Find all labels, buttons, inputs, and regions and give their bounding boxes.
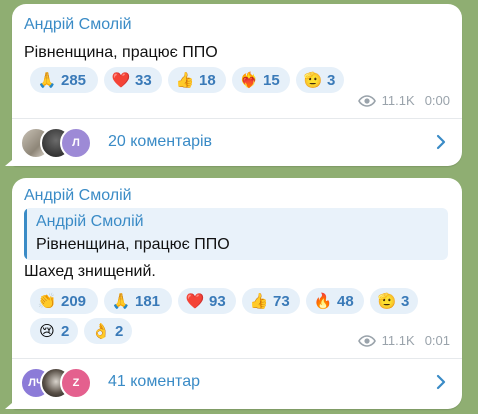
message-author[interactable]: Андрій Смолій	[24, 187, 132, 205]
message-time: 0:00	[424, 93, 450, 108]
chevron-right-icon	[436, 374, 446, 395]
reaction-thumbs-up[interactable]: 👍 73	[242, 288, 300, 314]
message-bubble-2[interactable]: Андрій Смолій Андрій Смолій Рівненщина, …	[5, 178, 462, 409]
commenter-avatars: ЛЧ Z	[20, 367, 92, 399]
reaction-count: 73	[273, 292, 290, 310]
reaction-count: 48	[337, 292, 354, 310]
view-count: 11.1K	[381, 93, 415, 108]
reaction-count: 285	[61, 71, 87, 89]
commenter-avatars: Л	[20, 127, 92, 159]
message-text: Рівненщина, працює ППО	[24, 44, 218, 61]
reaction-emoji: 👍	[175, 71, 195, 89]
reaction-fire[interactable]: 🔥 48	[306, 288, 364, 314]
comments-count: 20 коментарів	[108, 133, 213, 150]
reaction-emoji: 👌	[91, 322, 111, 340]
reaction-count: 209	[61, 292, 87, 310]
eye-icon	[357, 334, 376, 347]
reaction-emoji: 😢	[39, 322, 55, 340]
reaction-count: 33	[135, 71, 152, 89]
reaction-emoji: ❤️	[111, 71, 131, 89]
comments-button[interactable]: ЛЧ Z 41 коментар	[12, 359, 462, 405]
view-count: 11.1K	[381, 333, 415, 348]
comments-button[interactable]: Л 20 коментарів	[12, 119, 462, 165]
reaction-salute[interactable]: 🫡 3	[296, 67, 344, 93]
reaction-emoji: 🙏	[37, 71, 57, 89]
reaction-emoji: 🫡	[303, 71, 323, 89]
reaction-heart[interactable]: ❤️ 93	[178, 288, 236, 314]
message-meta: 11.1K 0:00	[357, 93, 450, 108]
reaction-heart[interactable]: ❤️ 33	[104, 67, 162, 93]
reaction-ok-hand[interactable]: 👌 2	[84, 318, 132, 344]
reaction-count: 181	[135, 292, 161, 310]
reaction-salute[interactable]: 🫡 3	[370, 288, 418, 314]
reaction-pray[interactable]: 🙏 181	[104, 288, 172, 314]
reaction-count: 15	[263, 71, 280, 89]
reaction-count: 3	[401, 292, 410, 310]
avatar: Z	[60, 367, 92, 399]
reaction-emoji: ❤️	[185, 292, 205, 310]
reaction-cry[interactable]: 😢 2	[30, 318, 78, 344]
reaction-count: 3	[327, 71, 336, 89]
message-author[interactable]: Андрій Смолій	[24, 16, 132, 34]
reaction-count: 93	[209, 292, 226, 310]
message-bubble-1[interactable]: Андрій Смолій Рівненщина, працює ППО 🙏 2…	[5, 4, 462, 166]
chevron-right-icon	[436, 134, 446, 155]
reply-author: Андрій Смолій	[36, 213, 144, 230]
reaction-count: 2	[61, 322, 70, 340]
reaction-emoji: 🔥	[313, 292, 333, 310]
reaction-clap[interactable]: 👏 209	[30, 288, 98, 314]
avatar: Л	[60, 127, 92, 159]
eye-icon	[357, 94, 376, 107]
message-meta: 11.1K 0:01	[357, 333, 450, 348]
quote-bar	[24, 208, 27, 260]
message-time: 0:01	[424, 333, 450, 348]
reaction-count: 18	[199, 71, 216, 89]
message-text: Шахед знищений.	[24, 263, 156, 280]
reply-text: Рівненщина, працює ППО	[36, 236, 230, 253]
reaction-count: 2	[115, 322, 124, 340]
reaction-pray[interactable]: 🙏 285	[30, 67, 98, 93]
reaction-heart-on-fire[interactable]: ❤️‍🔥 15	[232, 67, 290, 93]
reply-quote[interactable]: Андрій Смолій Рівненщина, працює ППО	[24, 208, 448, 260]
reaction-emoji: 🫡	[377, 292, 397, 310]
comments-count: 41 коментар	[108, 373, 200, 390]
reaction-thumbs-up[interactable]: 👍 18	[168, 67, 226, 93]
reaction-emoji: 👏	[37, 292, 57, 310]
reaction-emoji: 🙏	[111, 292, 131, 310]
reaction-emoji: 👍	[249, 292, 269, 310]
reaction-emoji: ❤️‍🔥	[239, 71, 259, 89]
